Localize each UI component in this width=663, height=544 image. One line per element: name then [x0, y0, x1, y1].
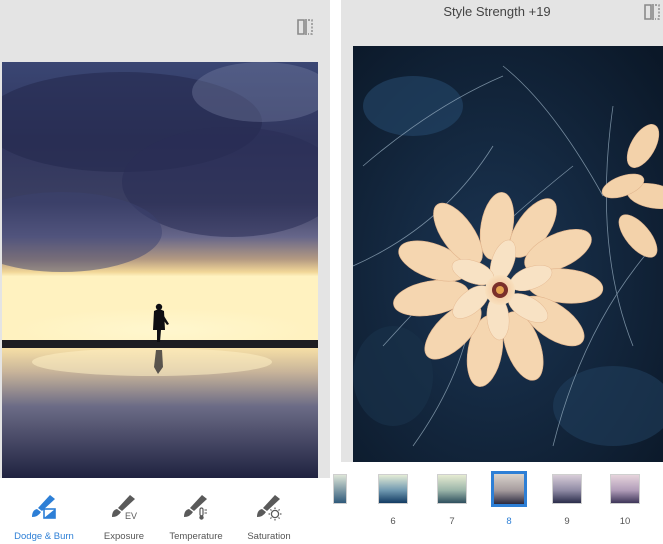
beach-silhouette-photo[interactable] — [0, 62, 330, 478]
style-number-10: 10 — [619, 516, 631, 527]
tool-label: Dodge & Burn — [14, 531, 74, 542]
brush-toolbar: Dodge & Burn EV Exposure Temperature Sat… — [0, 478, 330, 544]
style-strip: 6 7 8 9 10 — [333, 462, 663, 544]
tool-label: Exposure — [103, 531, 145, 542]
style-thumb-10[interactable] — [610, 474, 640, 504]
style-editor-panel: Style Strength +19 6 7 8 9 10 — [333, 0, 663, 544]
dodge-burn-brush-icon — [32, 495, 56, 519]
style-number-7: 7 — [449, 516, 455, 527]
style-thumb-6[interactable] — [378, 474, 408, 504]
style-number-9: 9 — [564, 516, 570, 527]
flower-photo[interactable] — [352, 46, 663, 462]
compare-icon[interactable] — [296, 19, 314, 35]
ev-badge: EV — [125, 511, 137, 521]
style-strength-title: Style Strength +19 — [443, 4, 551, 19]
beach-photo-image — [2, 62, 318, 478]
flower-photo-image — [352, 46, 663, 462]
style-number-8: 8 — [506, 516, 512, 527]
tool-label: Temperature — [169, 531, 223, 542]
style-number-6: 6 — [390, 516, 396, 527]
compare-icon[interactable] — [643, 4, 661, 20]
top-bar — [0, 0, 330, 62]
tool-saturation[interactable]: Saturation — [229, 478, 309, 544]
saturation-brush-icon — [257, 495, 282, 521]
app-screenshot: Dodge & Burn EV Exposure Temperature Sat… — [0, 0, 663, 544]
style-thumb-7[interactable] — [437, 474, 467, 504]
tool-exposure[interactable]: EV Exposure — [84, 478, 164, 544]
tool-dodge-burn[interactable]: Dodge & Burn — [4, 478, 84, 544]
style-thumb-9[interactable] — [552, 474, 582, 504]
style-thumb-8-selected[interactable] — [491, 471, 527, 507]
style-thumb-partial[interactable] — [333, 474, 347, 504]
tool-label: Saturation — [247, 531, 291, 542]
temperature-brush-icon — [184, 495, 207, 520]
exposure-brush-icon: EV — [112, 495, 137, 521]
tool-temperature[interactable]: Temperature — [156, 478, 236, 544]
brush-editor-panel: Dodge & Burn EV Exposure Temperature Sat… — [0, 0, 330, 544]
